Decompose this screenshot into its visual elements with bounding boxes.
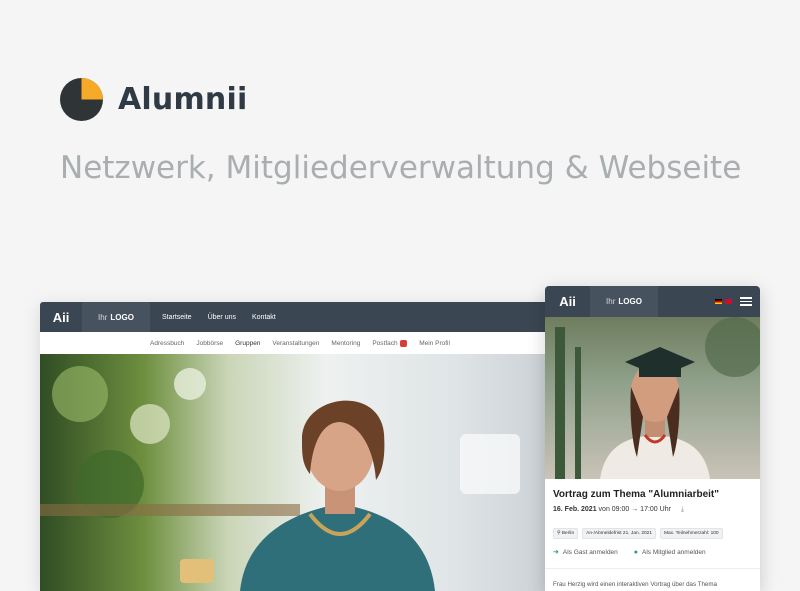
tab-gruppen[interactable]: Gruppen [235,340,260,347]
event-date-row: 16. Feb. 2021 von 09:00 → 17:00 Uhr ⤓ [553,506,752,514]
event-details: Vortrag zum Thema "Alumniarbeit" 16. Feb… [545,479,760,591]
postfach-label: Postfach [372,339,398,347]
brand-name: Alumnii [118,82,248,117]
nav-kontakt[interactable]: Kontakt [252,314,276,321]
registration-actions: ➜ Als Gast anmelden ● Als Mitglied anmelde… [553,548,752,557]
hamburger-menu-icon[interactable] [740,295,752,308]
tab-mein-profil[interactable]: Mein Profil [419,340,450,347]
event-tags: ⚲ Berlin An-/Abmeldefrist 21. Jan. 2021 … [553,528,752,539]
desktop-topbar: Aii Ihr LOGO Startseite Über uns Kontakt [40,302,560,332]
tab-jobboerse[interactable]: Jobbörse [196,340,223,347]
event-description: Frau Herzig wird einen interaktiven Vort… [553,581,717,588]
user-icon: ● [633,548,639,556]
nav-startseite[interactable]: Startseite [162,314,192,321]
desktop-top-nav: Startseite Über uns Kontakt [162,314,276,321]
event-title: Vortrag zum Thema "Alumniarbeit" [553,489,719,500]
divider [545,568,760,569]
hero-photo-woman [40,366,520,591]
mobile-topbar: Aii Ihr LOGO [545,286,760,317]
desktop-sub-nav: Adressbuch Jobbörse Gruppen Veranstaltun… [40,332,560,355]
member-register-label: Als Mitglied anmelden [642,548,706,556]
tagline: Netzwerk, Mitgliederverwaltung & Webseit… [60,150,742,186]
uk-flag-icon[interactable] [725,299,732,304]
nav-ueber-uns[interactable]: Über uns [208,314,236,321]
tab-adressbuch[interactable]: Adressbuch [150,340,184,347]
graduate-photo [555,317,760,479]
deadline-tag: An-/Abmeldefrist 21. Jan. 2021 [582,528,656,539]
pin-icon: ⚲ [557,531,561,536]
tab-mentoring[interactable]: Mentoring [331,340,360,347]
mobile-mockup: Aii Ihr LOGO Vortrag zum Thema "Alumniar… [545,286,760,591]
postfach-badge: 1 [399,339,408,347]
tab-postfach[interactable]: Postfach 1 [372,339,408,347]
location-text: Berlin [561,531,575,536]
german-flag-icon[interactable] [715,299,722,304]
event-photo [545,317,760,479]
ihr-label: Ihr [98,312,108,322]
member-register-button[interactable]: ● Als Mitglied anmelden [634,548,706,556]
guest-register-button[interactable]: ➜ Als Gast anmelden [553,548,618,557]
desktop-ihr-logo[interactable]: Ihr LOGO [82,302,150,332]
language-switcher[interactable] [715,299,732,304]
hero-image [40,354,560,591]
event-date: 16. Feb. 2021 [553,506,597,513]
alumnii-logo-icon [60,78,103,121]
mobile-ihr-logo[interactable]: Ihr LOGO [590,286,658,317]
login-icon: ➜ [553,549,559,556]
tab-veranstaltungen[interactable]: Veranstaltungen [272,340,319,347]
guest-register-label: Als Gast anmelden [562,548,618,556]
desktop-mockup: Aii Ihr LOGO Startseite Über uns Kontakt… [40,302,560,591]
event-time: von 09:00 → 17:00 Uhr [598,506,671,513]
ihr-label: Ihr [606,297,616,306]
logo-word: LOGO [618,297,642,306]
capacity-tag: Max. Teilnehmerzahl: 100 [660,528,723,539]
mobile-logo[interactable]: Aii [545,294,590,309]
download-icon[interactable]: ⤓ [681,506,684,513]
location-tag: ⚲ Berlin [553,528,579,539]
logo-word: LOGO [110,312,134,322]
brand-header: Alumnii [60,78,247,121]
desktop-logo[interactable]: Aii [40,302,82,332]
